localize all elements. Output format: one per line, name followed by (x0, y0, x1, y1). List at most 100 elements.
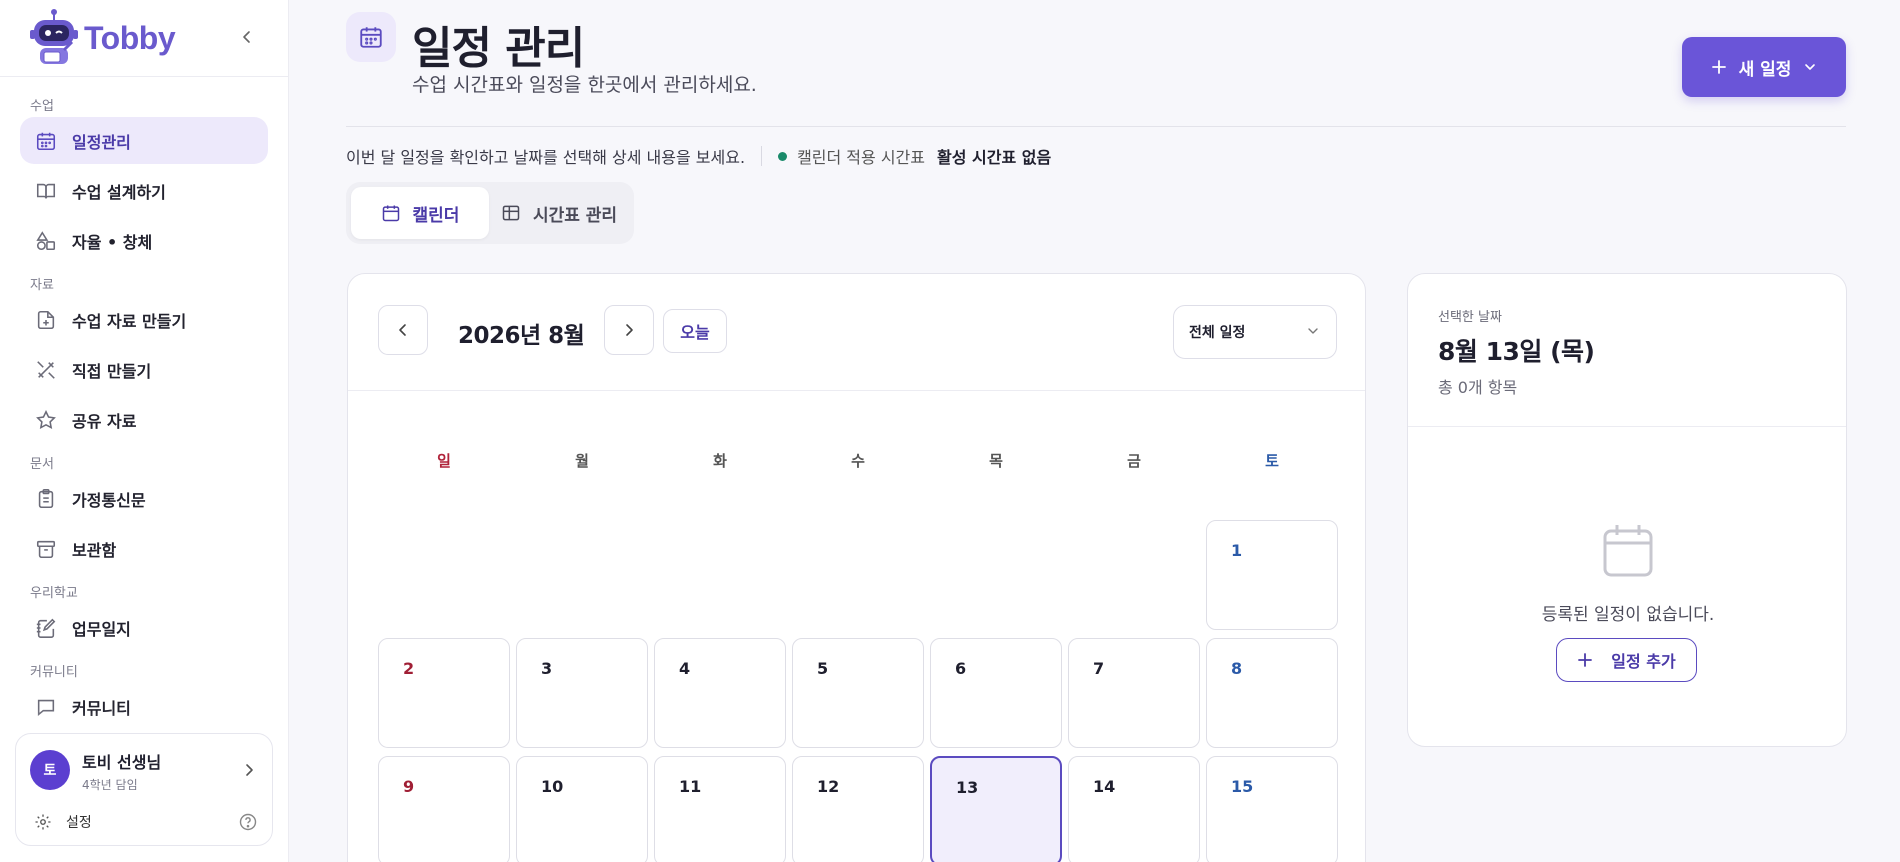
info-description: 이번 달 일정을 확인하고 날짜를 선택해 상세 내용을 보세요. (346, 148, 746, 167)
chevron-down-icon (1805, 64, 1816, 70)
nav-section-title: 우리학교 (30, 586, 78, 601)
chevron-left-icon (399, 324, 406, 336)
chevron-right-icon[interactable] (242, 762, 256, 781)
sidebar-item-archive[interactable]: 보관함 (20, 525, 268, 572)
notebook-pen-icon (34, 616, 58, 640)
user-name[interactable]: 토비 선생님 (82, 749, 161, 773)
day-cell[interactable]: 3 (516, 638, 648, 748)
empty-day-cell (1068, 520, 1200, 630)
view-tabs: 캘린더 시간표 관리 (346, 182, 634, 244)
plus-icon (1711, 60, 1726, 74)
day-cell[interactable]: 12 (792, 756, 924, 862)
calendar-icon (1602, 523, 1654, 583)
weekday-label: 금 (1127, 452, 1141, 470)
nav-section-title: 자료 (30, 278, 54, 293)
day-cell-selected[interactable]: 13 (930, 756, 1062, 862)
chevron-left-icon (243, 31, 250, 43)
day-cell[interactable]: 15 (1206, 756, 1338, 862)
day-cell[interactable]: 9 (378, 756, 510, 862)
day-number: 11 (679, 777, 702, 796)
sidebar-item-label: 업무일지 (72, 619, 131, 639)
day-number: 13 (956, 778, 979, 797)
day-cell[interactable]: 7 (1068, 638, 1200, 748)
user-card: 토 토비 선생님 4학년 담임 설정 (15, 733, 273, 846)
weekday-header: 일월화수목금토 (378, 450, 1338, 471)
user-role: 4학년 담임 (82, 778, 138, 792)
calendar-header: 2026년 8월 오늘 전체 일정 (348, 274, 1365, 391)
sidebar-item-schedule[interactable]: 일정관리 (20, 117, 268, 164)
collapse-sidebar-button[interactable] (236, 26, 258, 48)
today-button[interactable]: 오늘 (663, 309, 727, 353)
tab-calendar[interactable]: 캘린더 (351, 187, 489, 239)
weekday-label: 수 (851, 452, 865, 470)
day-cell[interactable]: 4 (654, 638, 786, 748)
month-label: 2026년 8월 (458, 323, 585, 349)
sidebar-item-creative[interactable]: 자율 • 창체 (20, 217, 268, 264)
schedule-filter-select[interactable]: 전체 일정 (1173, 305, 1337, 359)
day-cell[interactable]: 8 (1206, 638, 1338, 748)
next-month-button[interactable] (604, 305, 654, 355)
settings-link[interactable]: 설정 (34, 812, 92, 832)
day-number: 8 (1231, 659, 1243, 678)
day-cell[interactable]: 11 (654, 756, 786, 862)
day-cell[interactable]: 10 (516, 756, 648, 862)
timetable-value: 활성 시간표 없음 (937, 148, 1052, 167)
empty-state-text: 등록된 일정이 없습니다. (1541, 605, 1715, 625)
weekday-label: 일 (437, 452, 451, 470)
day-cell[interactable]: 1 (1206, 520, 1338, 630)
tab-calendar-label: 캘린더 (412, 205, 460, 226)
sidebar-item-newsletter[interactable]: 가정통신문 (20, 475, 268, 522)
day-number: 6 (955, 659, 967, 678)
sidebar-nav: 수업 일정관리 수업 설계하기 자율 • 창체 자료 수업 자료 만들기 직접 … (0, 77, 288, 730)
avatar[interactable]: 토 (30, 750, 70, 790)
day-number: 5 (817, 659, 829, 678)
message-icon (34, 695, 58, 719)
weekday-label: 화 (713, 452, 727, 470)
weekday-label: 토 (1265, 452, 1279, 470)
file-plus-icon (34, 308, 58, 332)
new-schedule-button[interactable]: 새 일정 (1682, 37, 1846, 97)
filter-value: 전체 일정 (1189, 325, 1246, 341)
day-number: 7 (1093, 659, 1105, 678)
item-count: 총 0개 항목 (1438, 378, 1518, 397)
day-cell[interactable]: 2 (378, 638, 510, 748)
empty-day-cell (654, 520, 786, 630)
sidebar-item-label: 직접 만들기 (72, 361, 152, 381)
clipboard-icon (34, 487, 58, 511)
calendar-grid: 1 2 3 4 5 6 7 8 9 10 11 12 13 14 15 (378, 520, 1338, 862)
add-schedule-label: 일정 추가 (1611, 652, 1676, 671)
star-icon (34, 408, 58, 432)
sidebar-item-create-direct[interactable]: 직접 만들기 (20, 346, 268, 393)
day-number: 2 (403, 659, 415, 678)
sidebar-item-community[interactable]: 커뮤니티 (20, 683, 268, 730)
sidebar-item-label: 보관함 (72, 540, 117, 560)
prev-month-button[interactable] (378, 305, 428, 355)
plus-icon (1578, 653, 1593, 667)
add-schedule-button[interactable]: 일정 추가 (1556, 638, 1697, 682)
sidebar-item-label: 일정관리 (72, 132, 131, 152)
sidebar-item-shared[interactable]: 공유 자료 (20, 396, 268, 443)
tab-timetable[interactable]: 시간표 관리 (489, 187, 629, 239)
robot-logo-icon[interactable] (28, 8, 78, 68)
help-icon[interactable] (238, 812, 258, 832)
day-cell[interactable]: 6 (930, 638, 1062, 748)
day-number: 9 (403, 777, 415, 796)
day-number: 3 (541, 659, 553, 678)
selected-date: 8월 13일 (목) (1438, 337, 1595, 366)
brand-name[interactable]: Tobby (84, 20, 176, 57)
sidebar-item-make-materials[interactable]: 수업 자료 만들기 (20, 296, 268, 343)
sidebar-item-work-log[interactable]: 업무일지 (20, 604, 268, 651)
empty-day-cell (930, 520, 1062, 630)
header-divider (346, 126, 1846, 127)
sidebar-item-lesson-design[interactable]: 수업 설계하기 (20, 167, 268, 214)
sidebar-item-label: 공유 자료 (72, 411, 137, 431)
calendar-card: 2026년 8월 오늘 전체 일정 일월화수목금토 1 2 3 4 5 6 7 8 9 10 11 1… (347, 273, 1366, 862)
day-cell[interactable]: 5 (792, 638, 924, 748)
day-number: 10 (541, 777, 564, 796)
sidebar-item-label: 수업 자료 만들기 (72, 311, 187, 331)
empty-day-cell (378, 520, 510, 630)
book-icon (34, 179, 58, 203)
day-cell[interactable]: 14 (1068, 756, 1200, 862)
page-title: 일정 관리 (412, 23, 585, 74)
main-content: 일정 관리 수업 시간표와 일정을 한곳에서 관리하세요. 새 일정 이번 달 … (290, 0, 1900, 862)
